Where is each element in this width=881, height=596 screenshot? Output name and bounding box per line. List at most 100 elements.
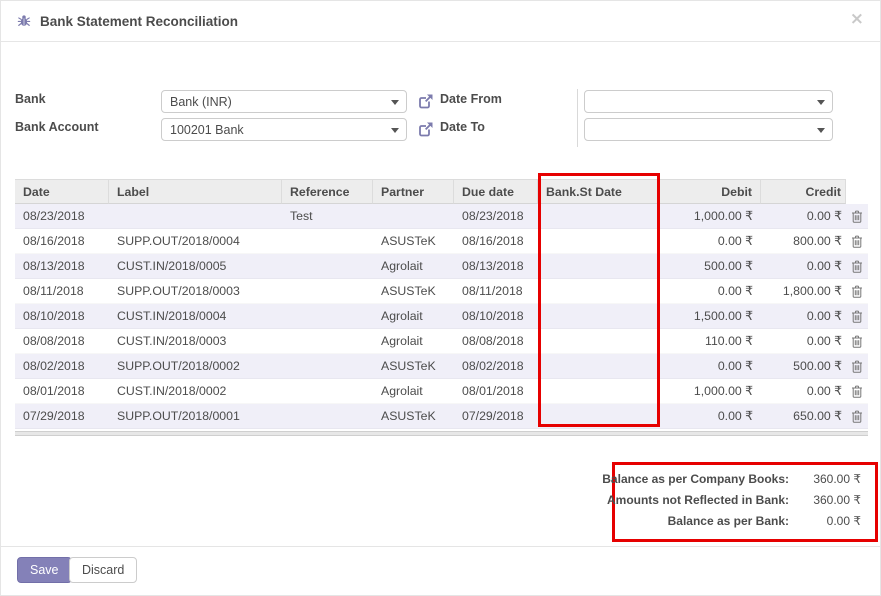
- bank-external-link-icon[interactable]: [418, 93, 434, 109]
- cell-partner: Agrolait: [373, 304, 454, 328]
- delete-cell[interactable]: [846, 329, 868, 353]
- table-row[interactable]: 08/10/2018CUST.IN/2018/0004Agrolait08/10…: [15, 304, 868, 329]
- column-header-date[interactable]: Date: [15, 179, 109, 204]
- cell-reference: [282, 254, 373, 278]
- cell-date: 08/08/2018: [15, 329, 109, 353]
- table-row[interactable]: 08/16/2018SUPP.OUT/2018/0004ASUSTeK08/16…: [15, 229, 868, 254]
- cell-label: CUST.IN/2018/0002: [109, 379, 282, 403]
- cell-debit: 0.00 ₹: [659, 279, 761, 303]
- column-header-due-date[interactable]: Due date: [454, 179, 538, 204]
- delete-cell[interactable]: [846, 279, 868, 303]
- summary-value-per-bank: 0.00 ₹: [789, 511, 861, 532]
- cell-due-date: 08/11/2018: [454, 279, 538, 303]
- cell-due-date: 08/10/2018: [454, 304, 538, 328]
- cell-date: 08/02/2018: [15, 354, 109, 378]
- bank-account-select-value: 100201 Bank: [170, 123, 244, 137]
- cell-credit: 0.00 ₹: [761, 329, 846, 353]
- cell-label: CUST.IN/2018/0003: [109, 329, 282, 353]
- delete-row-icon[interactable]: [851, 210, 863, 223]
- delete-row-icon[interactable]: [851, 235, 863, 248]
- bank-account-label: Bank Account: [15, 120, 99, 134]
- cell-partner: ASUSTeK: [373, 404, 454, 428]
- page-title: Bank Statement Reconciliation: [40, 14, 238, 29]
- cell-bank-st-date: [538, 329, 659, 353]
- bug-icon: [17, 14, 31, 28]
- cell-debit: 500.00 ₹: [659, 254, 761, 278]
- cell-bank-st-date: [538, 404, 659, 428]
- cell-partner: [373, 204, 454, 228]
- column-header-debit[interactable]: Debit: [659, 179, 761, 204]
- summary-value-not-reflected: 360.00 ₹: [789, 490, 861, 511]
- bank-account-external-link-icon[interactable]: [418, 121, 434, 137]
- delete-cell[interactable]: [846, 254, 868, 278]
- table-footer-bar: [15, 431, 868, 436]
- cell-bank-st-date: [538, 304, 659, 328]
- cell-credit: 0.00 ₹: [761, 204, 846, 228]
- table-row[interactable]: 08/01/2018CUST.IN/2018/0002Agrolait08/01…: [15, 379, 868, 404]
- table-row[interactable]: 08/23/2018Test08/23/20181,000.00 ₹0.00 ₹: [15, 204, 868, 229]
- cell-due-date: 07/29/2018: [454, 404, 538, 428]
- dialog-header: Bank Statement Reconciliation ×: [1, 1, 880, 42]
- cell-debit: 1,000.00 ₹: [659, 379, 761, 403]
- chevron-down-icon: [817, 128, 825, 133]
- cell-debit: 110.00 ₹: [659, 329, 761, 353]
- date-to-select[interactable]: [584, 118, 833, 141]
- table-row[interactable]: 08/08/2018CUST.IN/2018/0003Agrolait08/08…: [15, 329, 868, 354]
- cell-debit: 0.00 ₹: [659, 229, 761, 253]
- save-button[interactable]: Save: [17, 557, 72, 583]
- summary-value-company-books: 360.00 ₹: [789, 469, 861, 490]
- column-header-reference[interactable]: Reference: [282, 179, 373, 204]
- chevron-down-icon: [817, 100, 825, 105]
- cell-credit: 500.00 ₹: [761, 354, 846, 378]
- cell-bank-st-date: [538, 354, 659, 378]
- delete-cell[interactable]: [846, 229, 868, 253]
- cell-credit: 0.00 ₹: [761, 254, 846, 278]
- cell-credit: 650.00 ₹: [761, 404, 846, 428]
- chevron-down-icon: [391, 128, 399, 133]
- move-lines-table: Date Label Reference Partner Due date Ba…: [15, 179, 868, 429]
- delete-row-icon[interactable]: [851, 285, 863, 298]
- delete-row-icon[interactable]: [851, 410, 863, 423]
- column-header-partner[interactable]: Partner: [373, 179, 454, 204]
- cell-date: 08/23/2018: [15, 204, 109, 228]
- delete-row-icon[interactable]: [851, 335, 863, 348]
- footer-divider: [1, 546, 880, 547]
- delete-cell[interactable]: [846, 379, 868, 403]
- delete-cell[interactable]: [846, 304, 868, 328]
- delete-cell[interactable]: [846, 404, 868, 428]
- table-row[interactable]: 08/02/2018SUPP.OUT/2018/0002ASUSTeK08/02…: [15, 354, 868, 379]
- cell-bank-st-date: [538, 279, 659, 303]
- cell-due-date: 08/08/2018: [454, 329, 538, 353]
- cell-date: 07/29/2018: [15, 404, 109, 428]
- bank-statement-reconciliation-dialog: Bank Statement Reconciliation × Bank Ban…: [0, 0, 881, 596]
- chevron-down-icon: [391, 100, 399, 105]
- table-body: 08/23/2018Test08/23/20181,000.00 ₹0.00 ₹…: [15, 204, 868, 429]
- cell-due-date: 08/16/2018: [454, 229, 538, 253]
- delete-cell[interactable]: [846, 204, 868, 228]
- bank-select[interactable]: Bank (INR): [161, 90, 407, 113]
- bank-account-select[interactable]: 100201 Bank: [161, 118, 407, 141]
- cell-partner: ASUSTeK: [373, 279, 454, 303]
- delete-cell[interactable]: [846, 354, 868, 378]
- discard-button[interactable]: Discard: [69, 557, 137, 583]
- column-header-bank-st-date[interactable]: Bank.St Date: [538, 179, 659, 204]
- cell-date: 08/16/2018: [15, 229, 109, 253]
- date-from-select[interactable]: [584, 90, 833, 113]
- column-header-label[interactable]: Label: [109, 179, 282, 204]
- cell-partner: Agrolait: [373, 329, 454, 353]
- delete-row-icon[interactable]: [851, 260, 863, 273]
- table-row[interactable]: 08/11/2018SUPP.OUT/2018/0003ASUSTeK08/11…: [15, 279, 868, 304]
- cell-debit: 0.00 ₹: [659, 404, 761, 428]
- table-row[interactable]: 08/13/2018CUST.IN/2018/0005Agrolait08/13…: [15, 254, 868, 279]
- delete-row-icon[interactable]: [851, 360, 863, 373]
- cell-bank-st-date: [538, 379, 659, 403]
- cell-due-date: 08/13/2018: [454, 254, 538, 278]
- table-row[interactable]: 07/29/2018SUPP.OUT/2018/0001ASUSTeK07/29…: [15, 404, 868, 429]
- column-header-credit[interactable]: Credit: [761, 179, 846, 204]
- summary-row: Balance as per Bank: 0.00 ₹: [602, 511, 861, 532]
- cell-reference: Test: [282, 204, 373, 228]
- cell-label: SUPP.OUT/2018/0001: [109, 404, 282, 428]
- delete-row-icon[interactable]: [851, 385, 863, 398]
- close-icon[interactable]: ×: [850, 11, 864, 28]
- delete-row-icon[interactable]: [851, 310, 863, 323]
